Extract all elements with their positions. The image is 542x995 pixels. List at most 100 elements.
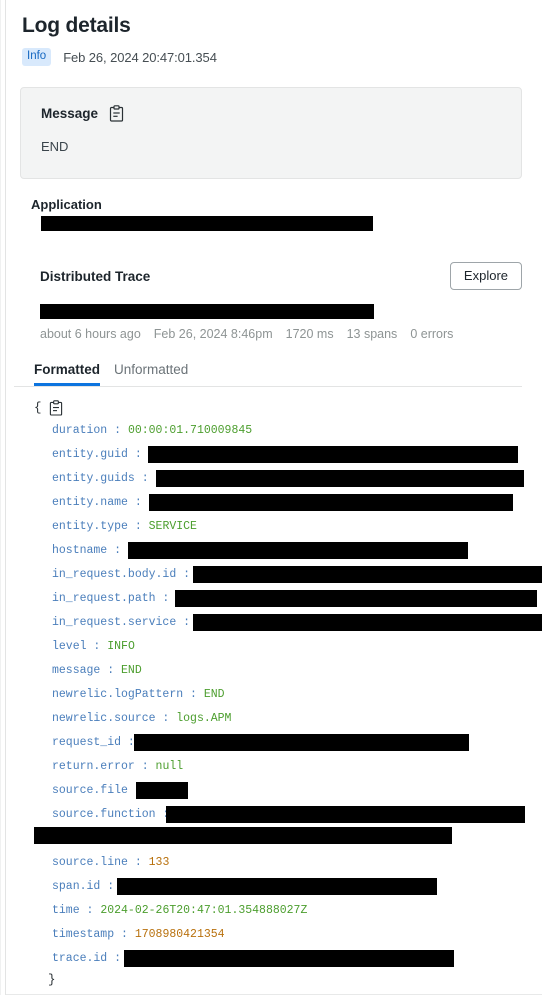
- json-key: message: [52, 664, 101, 677]
- json-row: in_request.service :: [34, 611, 542, 635]
- message-card: Message END: [20, 87, 522, 179]
- json-row: source.file :: [34, 779, 522, 803]
- redaction-bar: [156, 470, 524, 487]
- json-row: trace.id :: [34, 947, 522, 971]
- json-separator: :: [134, 472, 149, 485]
- json-row: entity.type : SERVICE: [34, 515, 522, 539]
- tab-bar-divider: [14, 386, 522, 387]
- redaction-bar-trace: [40, 304, 374, 319]
- json-value: 2024-02-26T20:47:01.354888027Z: [100, 904, 308, 917]
- json-separator: :: [176, 616, 191, 629]
- tab-unformatted[interactable]: Unformatted: [114, 362, 188, 386]
- json-key: time: [52, 904, 80, 917]
- redaction-bar: [149, 494, 513, 511]
- json-key: return.error: [52, 760, 135, 773]
- json-separator: :: [127, 856, 149, 869]
- redaction-bar: [175, 590, 537, 607]
- redaction-bar: [128, 542, 468, 559]
- json-row: level : INFO: [34, 635, 522, 659]
- json-key: entity.type: [52, 520, 128, 533]
- log-meta-row: Info Feb 26, 2024 20:47:01.354: [22, 48, 522, 66]
- json-key: hostname: [52, 544, 108, 557]
- json-value: 133: [148, 856, 170, 869]
- json-separator: :: [107, 424, 128, 437]
- json-key: trace.id: [52, 952, 108, 965]
- json-viewer: { duration : 00:00:01.710009845 entity.gu…: [34, 397, 542, 989]
- json-row: hostname :: [34, 539, 522, 563]
- clipboard-icon[interactable]: [109, 105, 124, 122]
- json-separator: :: [176, 568, 191, 581]
- json-separator: :: [107, 952, 122, 965]
- json-row: timestamp : 1708980421354: [34, 923, 522, 947]
- redaction-bar: [117, 878, 437, 895]
- json-row: in_request.body.id :: [34, 563, 542, 587]
- json-value: logs.APM: [176, 712, 232, 725]
- message-body: END: [41, 139, 69, 154]
- json-row: in_request.path :: [34, 587, 537, 611]
- log-details-panel: Log details Info Feb 26, 2024 20:47:01.3…: [0, 0, 542, 995]
- json-value: INFO: [107, 640, 135, 653]
- json-separator: :: [86, 640, 108, 653]
- distributed-trace-link-row[interactable]: ​: [20, 304, 522, 324]
- json-separator: :: [79, 904, 101, 917]
- page-title: Log details: [22, 14, 131, 37]
- redaction-bar: [166, 806, 525, 823]
- redaction-bar: [134, 734, 469, 751]
- json-key: in_request.body.id: [52, 568, 177, 581]
- json-row: newrelic.source : logs.APM: [34, 707, 522, 731]
- json-row: newrelic.logPattern : END: [34, 683, 522, 707]
- json-key: entity.name: [52, 496, 128, 509]
- distributed-trace-label: Distributed Trace: [40, 268, 151, 284]
- json-row: entity.guids :: [34, 467, 524, 491]
- json-key: source.function: [52, 808, 156, 821]
- json-key: source.line: [52, 856, 128, 869]
- json-value: 1708980421354: [134, 928, 225, 941]
- json-separator: :: [183, 688, 204, 701]
- json-key: span.id: [52, 880, 101, 893]
- redaction-bar-application: [41, 216, 373, 231]
- json-key: level: [52, 640, 87, 653]
- json-open-brace-row: {: [34, 397, 522, 419]
- trace-meta-relative-time: about 6 hours ago: [40, 327, 141, 341]
- json-row: time : 2024-02-26T20:47:01.354888027Z: [34, 899, 522, 923]
- json-close-brace: }: [48, 973, 56, 987]
- json-row-list: duration : 00:00:01.710009845 entity.guid…: [34, 419, 542, 971]
- trace-meta-spans: 13 spans: [346, 327, 398, 341]
- json-key: in_request.service: [52, 616, 177, 629]
- redaction-bar: [193, 566, 542, 583]
- application-link-row[interactable]: ​: [21, 216, 522, 236]
- redaction-bar: [193, 614, 542, 631]
- json-value: SERVICE: [148, 520, 197, 533]
- json-row: request_id :: [34, 731, 522, 755]
- json-key: entity.guids: [52, 472, 135, 485]
- json-separator: :: [155, 712, 177, 725]
- json-key: duration: [52, 424, 108, 437]
- json-row: return.error : null: [34, 755, 522, 779]
- json-separator: :: [127, 448, 142, 461]
- json-separator: :: [121, 736, 135, 749]
- json-row: source.function :: [34, 803, 525, 851]
- json-row: message : END: [34, 659, 522, 683]
- json-key: newrelic.source: [52, 712, 156, 725]
- json-open-brace: {: [34, 401, 42, 415]
- json-key: request_id: [52, 736, 122, 749]
- json-separator: :: [134, 760, 156, 773]
- tab-bar: Formatted Unformatted: [34, 362, 522, 386]
- json-separator: :: [127, 496, 142, 509]
- json-row: duration : 00:00:01.710009845: [34, 419, 522, 443]
- trace-meta-duration: 1720 ms: [285, 327, 334, 341]
- tab-formatted[interactable]: Formatted: [34, 362, 100, 386]
- json-row: entity.name :: [34, 491, 522, 515]
- json-row: entity.guid :: [34, 443, 522, 467]
- trace-meta-absolute-time: Feb 26, 2024 8:46pm: [153, 327, 273, 341]
- json-value: END: [121, 664, 142, 677]
- trace-meta-errors: 0 errors: [410, 327, 454, 341]
- json-key: entity.guid: [52, 448, 128, 461]
- redaction-bar-continued: [34, 827, 452, 844]
- clipboard-icon[interactable]: [49, 399, 64, 417]
- json-row: source.line : 133: [34, 851, 522, 875]
- explore-button[interactable]: Explore: [449, 262, 522, 290]
- log-timestamp: Feb 26, 2024 20:47:01.354: [63, 49, 217, 65]
- json-separator: :: [155, 592, 170, 605]
- redaction-bar: [124, 950, 454, 967]
